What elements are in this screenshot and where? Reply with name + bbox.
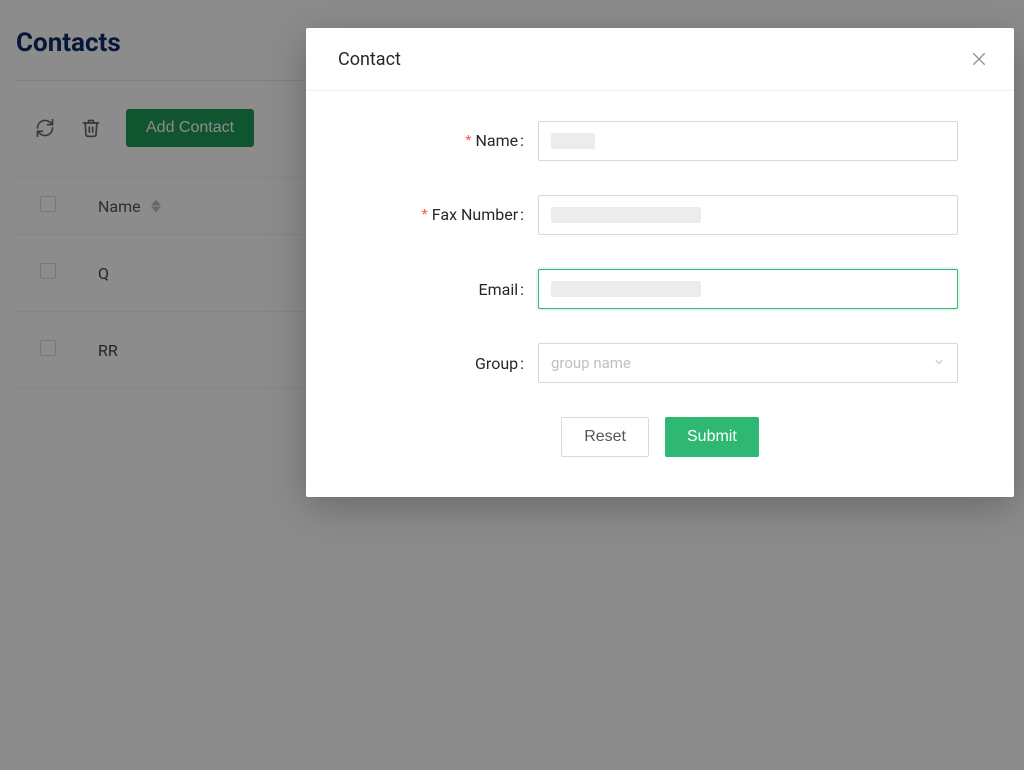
contact-modal: Contact *Name: *Fax Number: [306, 28, 1014, 497]
name-input[interactable] [538, 121, 958, 161]
close-icon[interactable] [968, 48, 990, 70]
modal-header: Contact [306, 28, 1014, 91]
email-input[interactable] [538, 269, 958, 309]
group-select[interactable]: group name [538, 343, 958, 383]
form-row-name: *Name: [362, 121, 958, 161]
label-name: Name [475, 131, 518, 150]
label-email: Email [479, 280, 519, 299]
chevron-down-icon [933, 354, 945, 372]
required-mark: * [465, 133, 471, 150]
label-fax: Fax Number [432, 205, 518, 224]
form-row-group: Group: group name [362, 343, 958, 383]
label-group: Group [475, 354, 518, 373]
submit-button[interactable]: Submit [665, 417, 759, 457]
reset-button[interactable]: Reset [561, 417, 649, 457]
required-mark: * [422, 207, 428, 224]
contact-form: *Name: *Fax Number: Email: [306, 91, 1014, 457]
form-buttons: Reset Submit [362, 417, 958, 457]
modal-title: Contact [338, 49, 401, 70]
fax-input[interactable] [538, 195, 958, 235]
form-row-email: Email: [362, 269, 958, 309]
group-placeholder: group name [551, 354, 631, 372]
form-row-fax: *Fax Number: [362, 195, 958, 235]
